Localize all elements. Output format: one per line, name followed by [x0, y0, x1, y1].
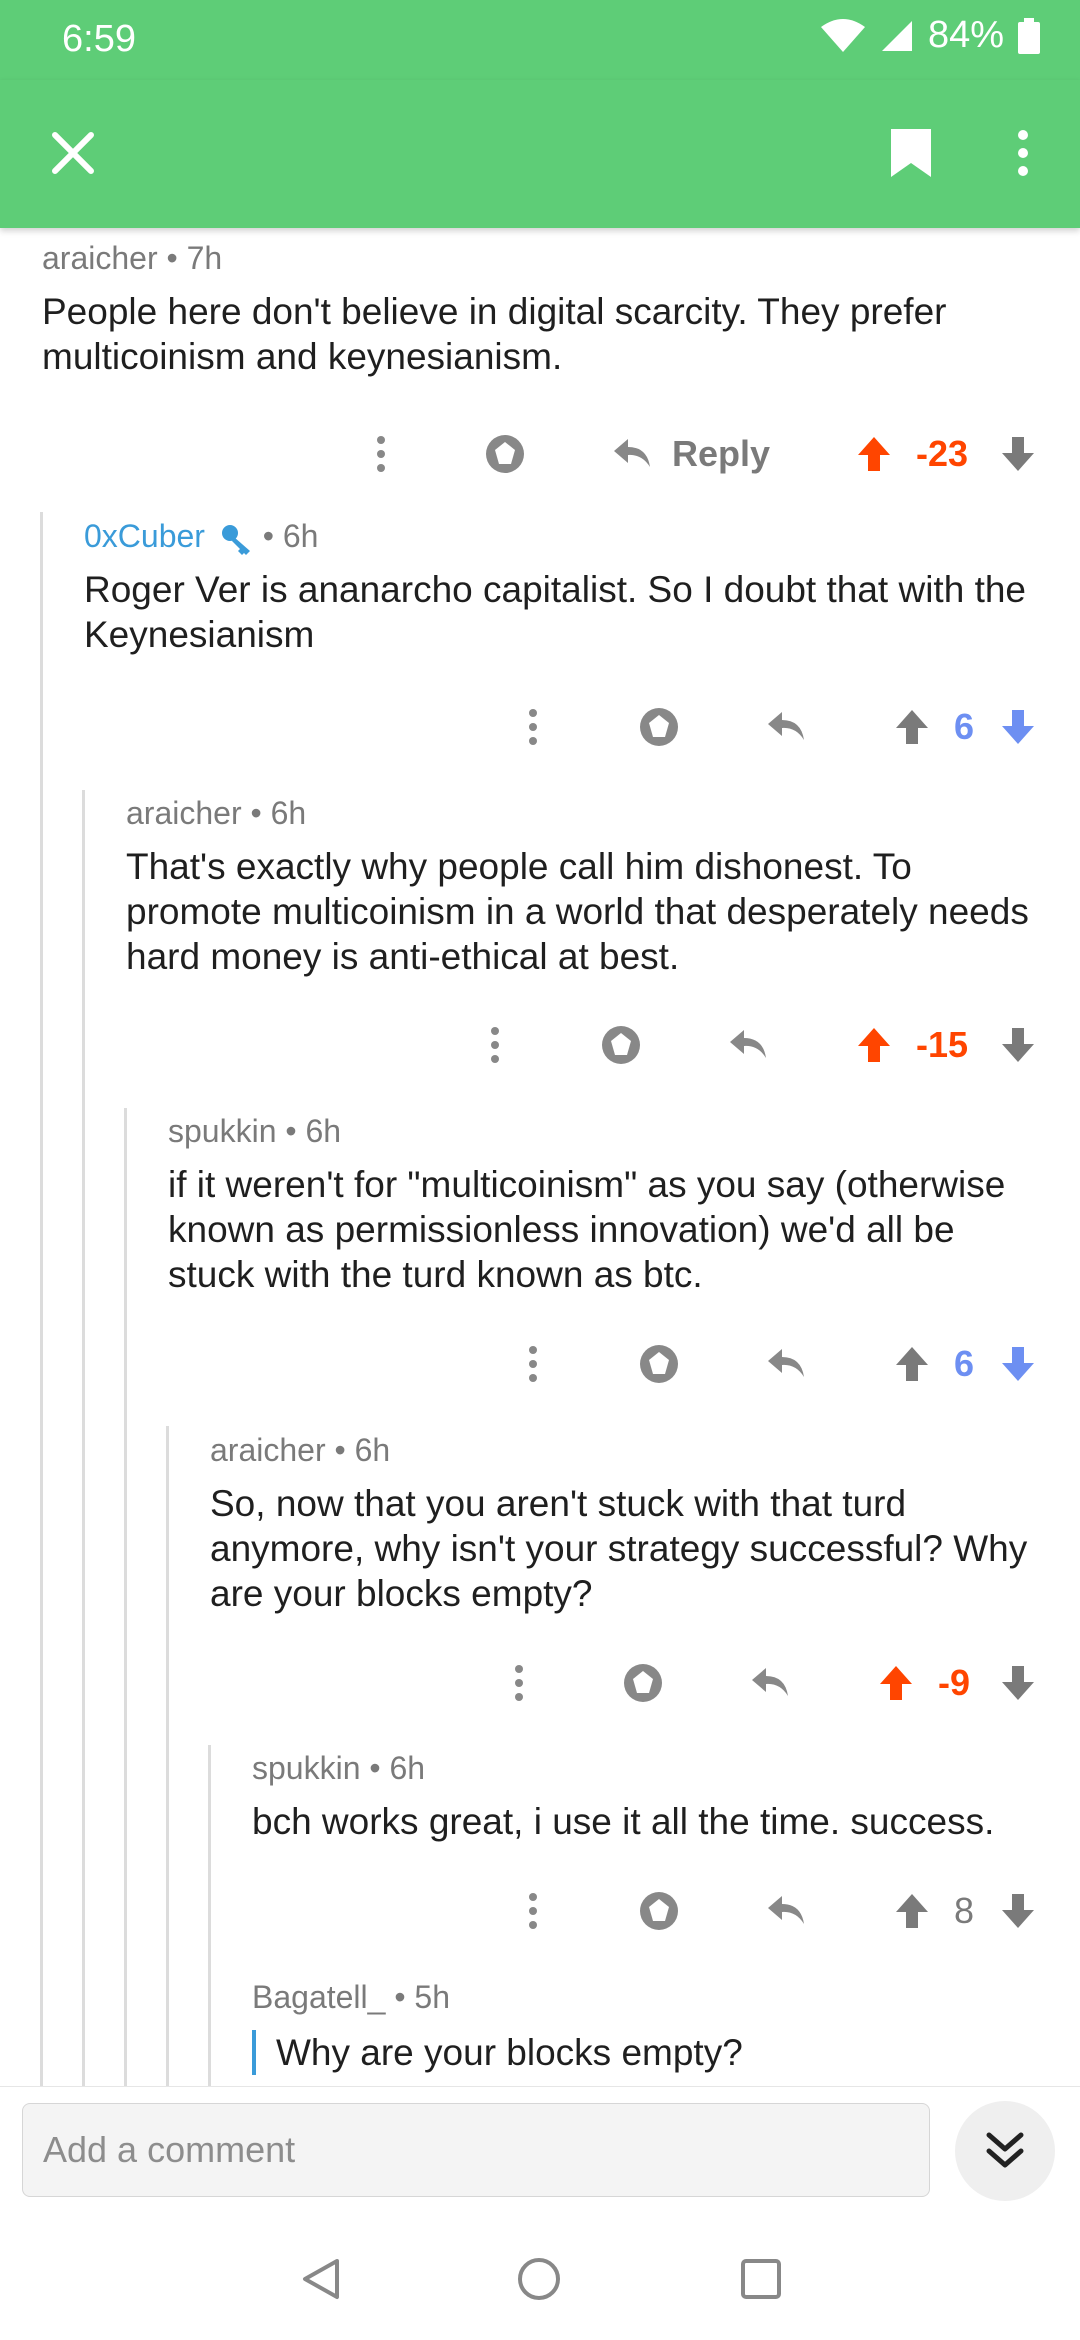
comment: spukkin • 6h if it weren't for "multicoi…	[168, 1113, 1048, 1297]
battery-icon	[1018, 17, 1040, 54]
reply-icon[interactable]	[764, 697, 808, 757]
quote-text: Why are your blocks empty?	[276, 2032, 743, 2073]
downvote-icon[interactable]	[996, 1653, 1040, 1713]
comment-author[interactable]: spukkin	[168, 1113, 277, 1149]
comment-time: 7h	[186, 240, 223, 276]
upvote-icon[interactable]	[890, 697, 934, 757]
award-icon[interactable]	[632, 697, 686, 757]
comment-author[interactable]: araicher	[210, 1432, 326, 1468]
comment-score: 6	[954, 1343, 975, 1384]
comment-body: if it weren't for "multicoinism" as you …	[168, 1164, 1006, 1295]
upvote-icon[interactable]	[852, 1015, 896, 1075]
comment-quote: Why are your blocks empty?	[252, 2030, 1062, 2075]
comment-meta: 0xCuber • 6h	[84, 518, 319, 555]
comment-score: -15	[916, 1024, 969, 1065]
comment-actions: 8	[0, 1881, 1080, 1941]
comment: Bagatell_ • 5h Why are your blocks empty…	[252, 1979, 1062, 2075]
downvote-icon[interactable]	[996, 1334, 1040, 1394]
comment-time: 6h	[354, 1432, 391, 1468]
add-comment-input[interactable]	[22, 2103, 930, 2197]
comment-meta: Bagatell_ • 5h	[252, 1979, 451, 2015]
comment: 0xCuber • 6h Roger Ver is ananarcho capi…	[84, 518, 1044, 657]
comment-meta: araicher • 6h	[126, 795, 307, 831]
comment-actions: -9	[0, 1653, 1080, 1713]
comment-body: People here don't believe in digital sca…	[42, 291, 947, 377]
recents-icon[interactable]	[736, 2254, 786, 2304]
downvote-icon[interactable]	[996, 1015, 1040, 1075]
comment-time: 6h	[282, 518, 319, 554]
reply-icon[interactable]	[764, 1334, 808, 1394]
comment-author[interactable]: spukkin	[252, 1750, 361, 1786]
signal-icon	[880, 19, 914, 53]
comment-actions: -15	[0, 1015, 1080, 1075]
more-options-icon[interactable]	[356, 424, 406, 484]
more-options-icon[interactable]	[470, 1015, 520, 1075]
back-icon[interactable]	[296, 2254, 346, 2304]
more-options-icon[interactable]	[508, 1881, 558, 1941]
comment-score: -9	[938, 1662, 971, 1703]
comment: araicher • 6h That's exactly why people …	[126, 795, 1046, 979]
app-bar	[0, 80, 1080, 228]
close-icon[interactable]	[40, 120, 106, 186]
comment: araicher • 7h People here don't believe …	[42, 240, 1042, 379]
comment-body: That's exactly why people call him disho…	[126, 846, 1029, 977]
reply-icon[interactable]	[748, 1653, 792, 1713]
more-options-icon[interactable]	[508, 1334, 558, 1394]
award-icon[interactable]	[594, 1015, 648, 1075]
comment-score: 6	[954, 706, 975, 747]
more-options-icon[interactable]	[494, 1653, 544, 1713]
upvote-icon[interactable]	[890, 1881, 934, 1941]
downvote-icon[interactable]	[996, 1881, 1040, 1941]
comment-time: 6h	[305, 1113, 342, 1149]
battery-percent: 84%	[927, 14, 1004, 56]
reply-icon[interactable]	[610, 424, 654, 484]
bookmark-icon[interactable]	[878, 120, 944, 186]
award-icon[interactable]	[478, 424, 532, 484]
comment-body: So, now that you aren't stuck with that …	[210, 1483, 1028, 1614]
comment-actions: 6	[0, 697, 1080, 757]
more-options-icon[interactable]	[508, 697, 558, 757]
award-icon[interactable]	[632, 1881, 686, 1941]
thread-line	[166, 1426, 169, 2086]
upvote-icon[interactable]	[890, 1334, 934, 1394]
comment-time: 5h	[414, 1979, 451, 2015]
downvote-icon[interactable]	[996, 697, 1040, 757]
comment: spukkin • 6h bch works great, i use it a…	[252, 1750, 1062, 1844]
more-vert-icon[interactable]	[990, 120, 1056, 186]
wifi-icon	[820, 18, 866, 53]
comment-score: 8	[954, 1890, 975, 1931]
comment-meta: araicher • 7h	[42, 240, 223, 276]
comment-meta: spukkin • 6h	[168, 1113, 342, 1149]
award-icon[interactable]	[632, 1334, 686, 1394]
comment-author[interactable]: 0xCuber	[84, 518, 205, 554]
comment-author[interactable]: araicher	[42, 240, 158, 276]
status-bar: 6:59 84%	[0, 0, 1080, 80]
comment-meta: araicher • 6h	[210, 1432, 391, 1468]
comment-author[interactable]: Bagatell_	[252, 1979, 385, 2015]
upvote-icon[interactable]	[874, 1653, 918, 1713]
downvote-icon[interactable]	[996, 424, 1040, 484]
comment-actions: Reply -23	[0, 424, 1080, 484]
comment-meta: spukkin • 6h	[252, 1750, 426, 1786]
comment-time: 6h	[389, 1750, 426, 1786]
reply-button[interactable]: Reply	[672, 424, 770, 484]
award-icon[interactable]	[616, 1653, 670, 1713]
double-chevron-down-icon	[983, 2129, 1027, 2173]
comment-time: 6h	[270, 795, 307, 831]
system-nav-bar	[0, 2220, 1080, 2340]
comment-body: Roger Ver is ananarcho capitalist. So I …	[84, 569, 1027, 655]
reply-icon[interactable]	[764, 1881, 808, 1941]
comment-actions: 6	[0, 1334, 1080, 1394]
next-comment-button[interactable]	[955, 2101, 1055, 2201]
comment-score: -23	[916, 433, 969, 474]
reply-icon[interactable]	[726, 1015, 770, 1075]
comment-author[interactable]: araicher	[126, 795, 242, 831]
comment-composer	[0, 2086, 1080, 2221]
comment: araicher • 6h So, now that you aren't st…	[210, 1432, 1050, 1616]
status-time: 6:59	[62, 18, 136, 60]
comment-body: bch works great, i use it all the time. …	[252, 1801, 995, 1842]
moderator-key-icon	[220, 523, 254, 555]
upvote-icon[interactable]	[852, 424, 896, 484]
home-icon[interactable]	[514, 2254, 564, 2304]
